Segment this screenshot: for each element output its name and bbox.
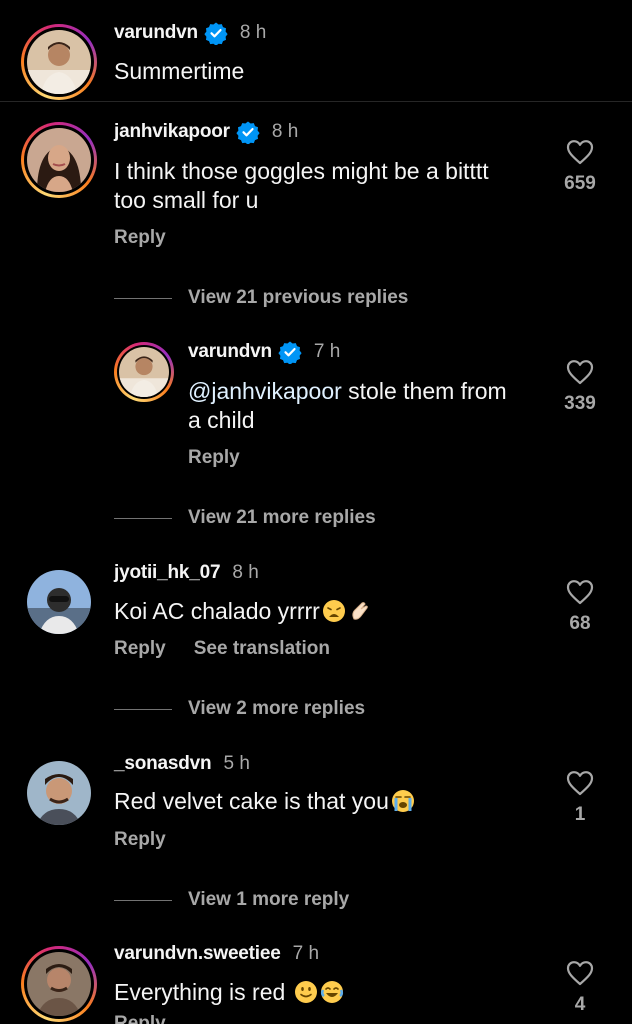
like-heart-icon[interactable]: [566, 139, 594, 165]
avatar-jyotii-hk-07[interactable]: [27, 570, 91, 634]
verified-badge-icon: [204, 21, 228, 46]
view-replies-label[interactable]: View 1 more reply: [188, 889, 349, 911]
view-replies-label[interactable]: View 21 more replies: [188, 507, 376, 529]
weary-face-icon: [322, 599, 346, 623]
comment-username[interactable]: jyotii_hk_07: [114, 562, 221, 584]
avatar-varundvn-sweetiee[interactable]: [21, 946, 97, 1022]
avatar-janhvikapoor[interactable]: [21, 122, 97, 198]
comment-text-line1: Koi AC chalado yrrrr: [114, 597, 372, 626]
avatar-varundvn[interactable]: [114, 342, 174, 402]
comment-text: Red velvet cake is that you: [114, 788, 389, 814]
face-with-tears-of-joy-icon: [320, 980, 344, 1004]
like-count: 1: [574, 804, 586, 825]
mention-link[interactable]: @janhvikapoor: [188, 378, 342, 404]
divider-line: [114, 297, 172, 299]
comment-text-line1: Everything is red: [114, 978, 344, 1007]
caption-time: 8 h: [239, 22, 267, 43]
view-replies-button[interactable]: View 2 more replies: [114, 698, 365, 720]
avatar-varundvn[interactable]: [21, 24, 97, 100]
divider-line: [114, 708, 172, 710]
comment-text: stole them from: [341, 378, 507, 404]
caption-username[interactable]: varundvn: [114, 22, 198, 44]
like-count: 659: [564, 173, 596, 194]
divider-line: [114, 899, 172, 901]
comment-time: 7 h: [313, 341, 341, 362]
comment-text-line1: I think those goggles might be a bitttt: [114, 158, 489, 184]
avatar-sonasdvn[interactable]: [27, 761, 91, 825]
comment-time: 5 h: [223, 753, 250, 774]
comment-text: Everything is red: [114, 979, 286, 1005]
like-heart-icon[interactable]: [566, 770, 594, 796]
view-replies-label[interactable]: View 21 previous replies: [188, 287, 408, 309]
like-heart-icon[interactable]: [566, 960, 594, 986]
reply-button[interactable]: Reply: [114, 638, 166, 660]
slightly-smiling-face-icon: [294, 980, 318, 1004]
view-replies-label[interactable]: View 2 more replies: [188, 698, 365, 720]
caption-text: Summertime: [114, 58, 245, 84]
view-replies-button[interactable]: View 1 more reply: [114, 889, 349, 911]
like-heart-icon[interactable]: [566, 579, 594, 605]
like-count: 339: [564, 393, 596, 414]
post-caption: varundvn 8 h Summertime: [0, 0, 632, 102]
comment-username[interactable]: varundvn: [188, 341, 272, 363]
verified-badge-icon: [278, 340, 302, 365]
like-count: 4: [574, 994, 586, 1015]
view-replies-button[interactable]: View 21 more replies: [114, 507, 376, 529]
comment-username[interactable]: _sonasdvn: [114, 753, 212, 775]
see-translation-button[interactable]: See translation: [194, 638, 330, 660]
comment-text-line1: @janhvikapoor stole them from: [188, 377, 507, 406]
like-heart-icon[interactable]: [566, 359, 594, 385]
comment-time: 7 h: [292, 943, 320, 964]
pinching-hand-icon: [348, 599, 372, 623]
loudly-crying-face-icon: [391, 789, 415, 813]
comment-username[interactable]: janhvikapoor: [114, 121, 230, 143]
comment-time: 8 h: [232, 562, 259, 583]
divider-line: [114, 517, 172, 519]
comment-text-line2: too small for u: [114, 187, 259, 213]
reply-button[interactable]: Reply: [188, 447, 240, 469]
comment-text: Koi AC chalado yrrrr: [114, 598, 320, 624]
like-count: 68: [569, 613, 591, 634]
reply-button[interactable]: Reply: [114, 829, 166, 851]
comment-time: 8 h: [271, 121, 299, 142]
comment-text-line2: a child: [188, 407, 255, 433]
reply-button[interactable]: Reply: [114, 227, 166, 249]
verified-badge-icon: [236, 120, 260, 145]
comment-username[interactable]: varundvn.sweetiee: [114, 943, 281, 965]
view-replies-button[interactable]: View 21 previous replies: [114, 287, 408, 309]
comment-text-line1: Red velvet cake is that you: [114, 787, 415, 816]
reply-button[interactable]: Reply: [114, 1013, 166, 1024]
